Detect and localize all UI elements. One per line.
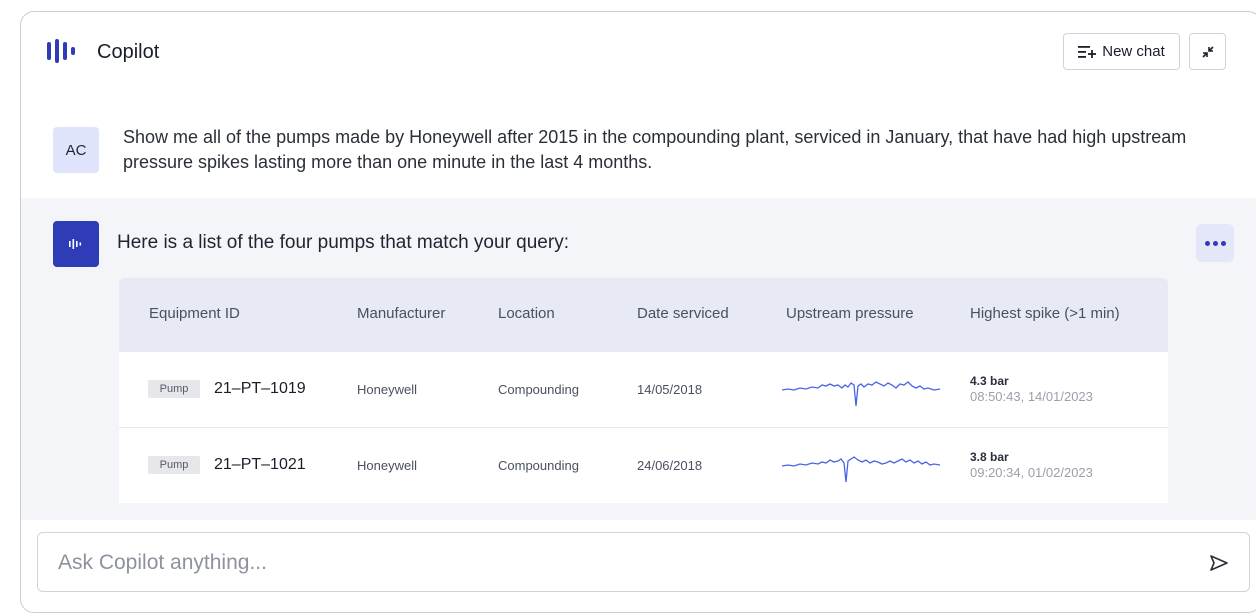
chat-input[interactable] bbox=[56, 547, 1160, 579]
copilot-avatar bbox=[53, 221, 99, 267]
column-header[interactable]: Date serviced bbox=[637, 305, 729, 322]
table-header: Equipment ID Manufacturer Location Date … bbox=[119, 278, 1168, 352]
new-chat-button[interactable]: New chat bbox=[1063, 33, 1180, 70]
more-dots-icon bbox=[1204, 240, 1210, 246]
location-cell: Compounding bbox=[498, 382, 579, 397]
spike-value: 4.3 bar bbox=[970, 374, 1009, 388]
user-message-text: Show me all of the pumps made by Honeywe… bbox=[123, 127, 1187, 172]
type-badge: Pump bbox=[148, 456, 200, 474]
page-title: Copilot bbox=[97, 41, 160, 63]
location-cell: Compounding bbox=[498, 458, 579, 473]
assistant-message: Here is a list of the four pumps that ma… bbox=[21, 198, 1256, 520]
spike-timestamp: 09:20:34, 01/02/2023 bbox=[970, 465, 1093, 480]
new-chat-label: New chat bbox=[1102, 43, 1165, 60]
upstream-pressure-sparkline bbox=[782, 456, 941, 483]
new-chat-icon bbox=[1078, 45, 1097, 58]
type-badge: Pump bbox=[148, 380, 200, 398]
header: Copilot New chat bbox=[21, 12, 1256, 92]
more-options-button[interactable] bbox=[1196, 224, 1234, 262]
send-icon[interactable] bbox=[1208, 553, 1230, 573]
spike-timestamp: 08:50:43, 14/01/2023 bbox=[970, 389, 1093, 404]
manufacturer-cell: Honeywell bbox=[357, 382, 417, 397]
equipment-id[interactable]: 21–PT–1021 bbox=[214, 456, 306, 474]
manufacturer-cell: Honeywell bbox=[357, 458, 417, 473]
table-row[interactable]: Pump 21–PT–1019 Honeywell Compounding 14… bbox=[119, 352, 1168, 428]
chat-input-box bbox=[37, 532, 1250, 592]
minimize-icon bbox=[1201, 45, 1214, 58]
column-header[interactable]: Location bbox=[498, 305, 555, 322]
date-serviced-cell: 14/05/2018 bbox=[637, 382, 703, 397]
equipment-id[interactable]: 21–PT–1019 bbox=[214, 380, 306, 398]
upstream-pressure-sparkline bbox=[782, 381, 941, 407]
column-header[interactable]: Equipment ID bbox=[149, 305, 240, 322]
spike-value: 3.8 bar bbox=[970, 450, 1009, 464]
column-header[interactable]: Highest spike (>1 min) bbox=[970, 305, 1120, 322]
copilot-avatar-icon bbox=[69, 239, 82, 249]
column-header[interactable]: Manufacturer bbox=[357, 305, 445, 322]
results-table: Equipment ID Manufacturer Location Date … bbox=[119, 278, 1168, 503]
user-avatar: AC bbox=[53, 127, 99, 173]
date-serviced-cell: 24/06/2018 bbox=[637, 458, 703, 473]
column-header[interactable]: Upstream pressure bbox=[786, 305, 914, 322]
table-row[interactable]: Pump 21–PT–1021 Honeywell Compounding 24… bbox=[119, 428, 1168, 503]
copilot-panel: Copilot New chat AC Show me all of the p… bbox=[20, 11, 1256, 613]
copilot-logo-icon bbox=[47, 39, 75, 63]
assistant-message-text: Here is a list of the four pumps that ma… bbox=[117, 232, 569, 253]
minimize-button[interactable] bbox=[1189, 33, 1226, 70]
